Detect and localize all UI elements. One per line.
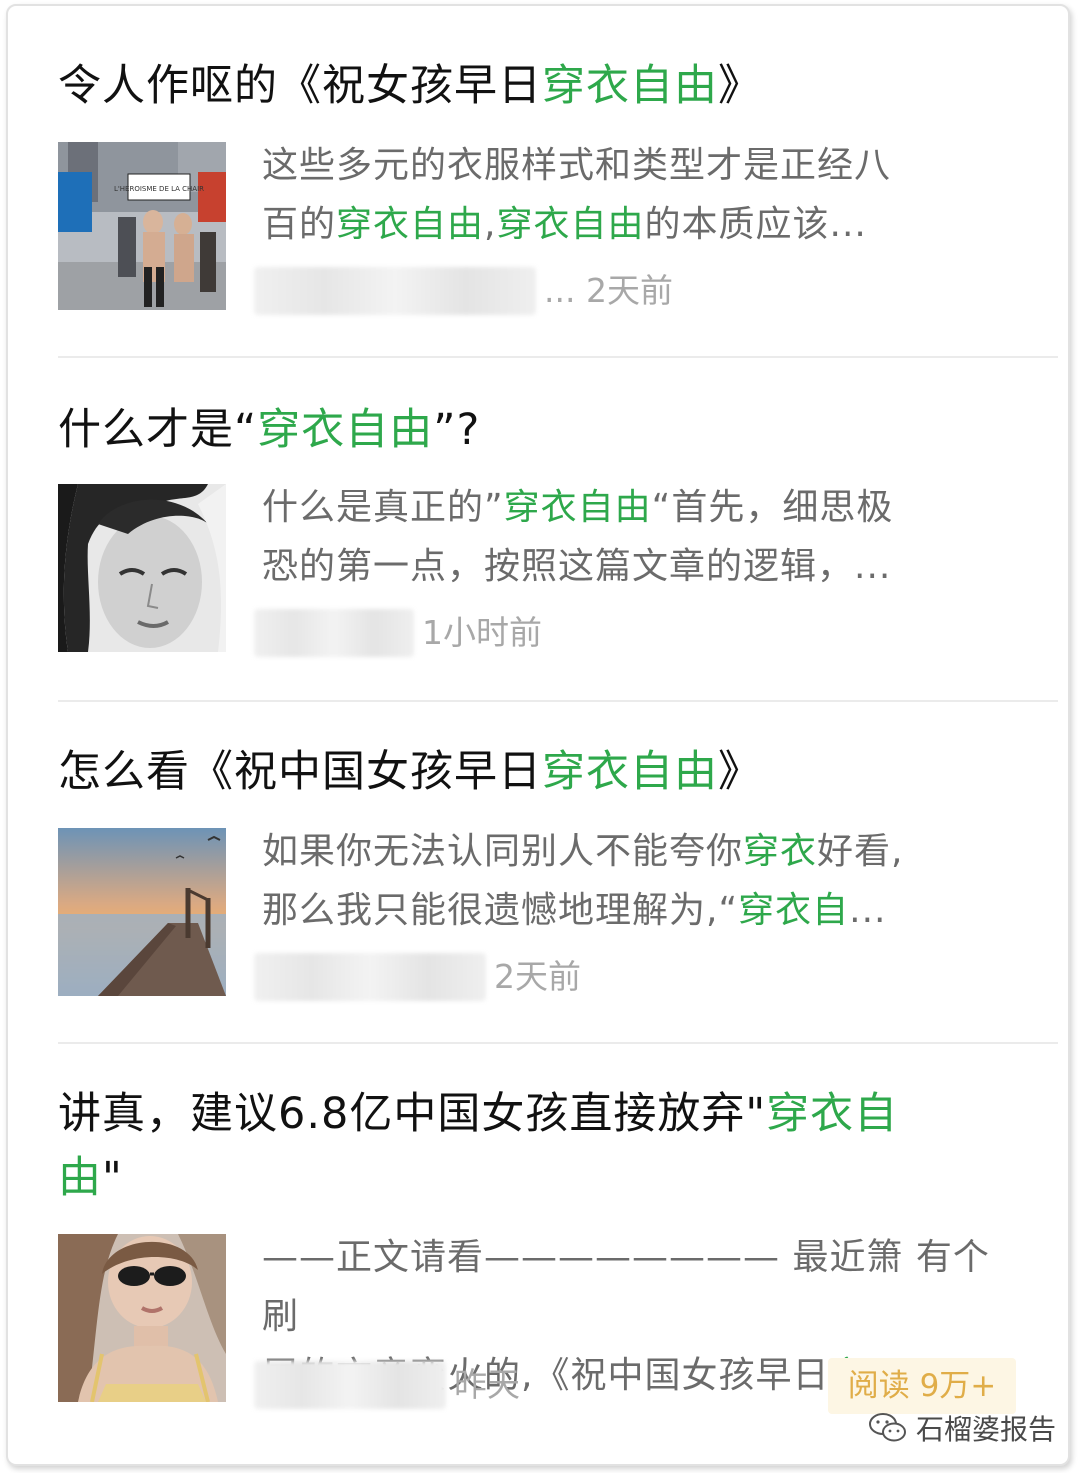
result-thumbnail[interactable] — [58, 484, 226, 652]
result-thumbnail[interactable] — [58, 828, 226, 996]
result-thumbnail[interactable] — [58, 1234, 226, 1402]
result-snippet: 这些多元的衣服样式和类型才是正经八 百的穿衣自由,穿衣自由的本质应该... — [262, 145, 892, 245]
result-title[interactable]: 令人作呕的《祝女孩早日穿衣自由》 — [58, 54, 1018, 118]
blurred-account-name — [254, 953, 486, 1001]
keyword-highlight: 穿衣自由 — [542, 61, 718, 111]
result-meta: 2天前 — [254, 952, 581, 1002]
result-snippet: 如果你无法认同别人不能夸你穿衣好看, 那么我只能很遗憾地理解为,“穿衣自... — [262, 831, 904, 931]
keyword-highlight: 穿衣自由 — [257, 405, 434, 455]
result-meta: ... 2天前 — [254, 266, 673, 316]
result-item-1[interactable]: 令人作呕的《祝女孩早日穿衣自由》 L'HEROISME DE LA CHAIR … — [58, 52, 1060, 342]
divider — [58, 700, 1058, 702]
result-snippet: 什么是真正的”穿衣自由“首先，细思极 恐的第一点，按照这篇文章的逻辑，... — [262, 487, 894, 587]
result-meta: 1小时前 — [254, 608, 542, 658]
watermark: 石榴婆报告 — [868, 1406, 1056, 1450]
blurred-account-name — [254, 1361, 446, 1409]
svg-text:L'HEROISME DE LA CHAIR: L'HEROISME DE LA CHAIR — [114, 185, 204, 193]
keyword-highlight: 穿衣自由 — [542, 747, 718, 797]
blurred-account-name — [254, 609, 414, 657]
result-thumbnail[interactable]: L'HEROISME DE LA CHAIR — [58, 142, 226, 310]
blurred-account-name — [254, 267, 536, 315]
divider — [58, 1042, 1058, 1044]
watermark-text: 石榴婆报告 — [916, 1413, 1057, 1446]
result-meta: 昨天 — [254, 1360, 520, 1410]
result-title[interactable]: 什么才是“穿衣自由”? — [58, 398, 1018, 462]
result-item-3[interactable]: 怎么看《祝中国女孩早日穿衣自由》 如果你无法认同别人不能夸你穿衣好看, 那么我只… — [58, 738, 1060, 1038]
wechat-icon — [869, 1413, 906, 1442]
keyword-highlight: 穿衣自 — [766, 1089, 899, 1139]
divider — [58, 356, 1058, 358]
result-title[interactable]: 讲真，建议6.8亿中国女孩直接放弃"穿衣自 由" — [58, 1082, 1018, 1210]
result-item-2[interactable]: 什么才是“穿衣自由”? 什么是真正的”穿衣自由“首先，细思极 恐的第一点，按照这… — [58, 396, 1060, 686]
result-title[interactable]: 怎么看《祝中国女孩早日穿衣自由》 — [58, 740, 1018, 804]
